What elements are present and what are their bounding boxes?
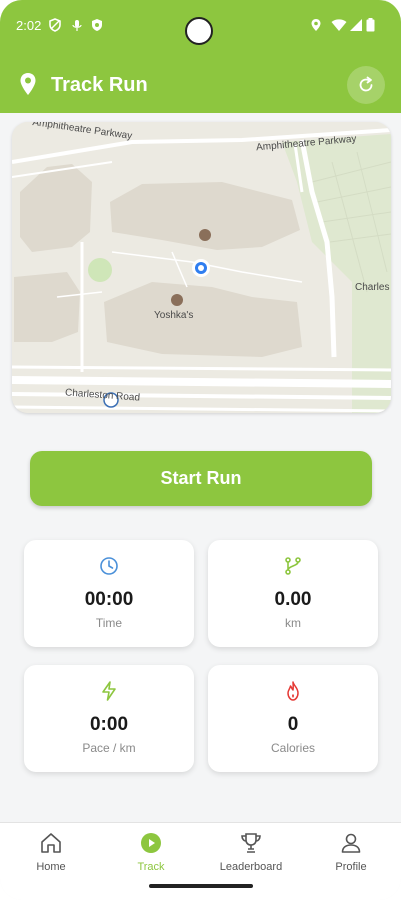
flame-icon xyxy=(287,681,299,701)
trophy-icon xyxy=(241,833,261,853)
map-view[interactable]: Amphitheatre Parkway Amphitheatre Parkwa… xyxy=(12,122,391,413)
camera-cutout xyxy=(185,17,213,45)
signal-status-icon xyxy=(350,19,362,31)
battery-status-icon xyxy=(366,18,375,32)
app-header: 2:02 Track Run xyxy=(0,0,401,113)
nav-leaderboard[interactable]: Leaderboard xyxy=(211,831,291,879)
user-icon xyxy=(341,833,361,853)
time-value: 00:00 xyxy=(84,589,134,610)
nav-home-label: Home xyxy=(36,861,66,873)
app-screen: 2:02 Track Run Amphitheatre Parkway Amph… xyxy=(0,0,401,900)
nav-home[interactable]: Home xyxy=(11,831,91,879)
distance-value: 0.00 xyxy=(274,589,312,610)
location-pin-icon xyxy=(20,73,36,95)
shield-status-icon xyxy=(49,18,61,32)
calories-value: 0 xyxy=(287,714,299,735)
gesture-bar xyxy=(149,884,253,888)
bolt-icon xyxy=(102,681,116,701)
nav-track[interactable]: Track xyxy=(111,831,191,879)
clock-icon xyxy=(100,557,118,575)
refresh-button[interactable] xyxy=(347,66,385,104)
route-icon xyxy=(285,557,301,575)
nav-profile-label: Profile xyxy=(335,861,367,873)
mic-status-icon xyxy=(72,20,82,31)
map-canvas xyxy=(12,122,391,413)
start-run-button[interactable]: Start Run xyxy=(30,451,372,506)
status-bar: 2:02 xyxy=(0,0,401,50)
map-road-label: Charles xyxy=(355,282,390,293)
map-place-label: Yoshka's xyxy=(154,310,194,321)
play-icon xyxy=(141,833,161,853)
nav-track-label: Track xyxy=(137,861,165,873)
bottom-nav: Home Track Leaderboard Profile xyxy=(0,822,401,900)
nav-leaderboard-label: Leaderboard xyxy=(219,861,283,873)
status-time: 2:02 xyxy=(16,18,42,33)
distance-label: km xyxy=(285,616,301,630)
refresh-icon xyxy=(359,76,373,92)
stat-card-pace: 0:00 Pace / km xyxy=(24,665,194,772)
page-title: Track Run xyxy=(51,74,148,96)
home-icon xyxy=(41,833,61,853)
nav-profile[interactable]: Profile xyxy=(311,831,391,879)
title-row: Track Run xyxy=(0,62,401,108)
pace-label: Pace / km xyxy=(82,741,136,755)
stat-card-distance: 0.00 km xyxy=(208,540,378,647)
calories-label: Calories xyxy=(270,741,315,755)
location-status-icon xyxy=(311,19,321,31)
stat-card-time: 00:00 Time xyxy=(24,540,194,647)
wifi-status-icon xyxy=(331,19,347,31)
stat-card-calories: 0 Calories xyxy=(208,665,378,772)
time-label: Time xyxy=(95,616,123,630)
pace-value: 0:00 xyxy=(89,714,129,735)
security-status-icon xyxy=(92,19,102,31)
